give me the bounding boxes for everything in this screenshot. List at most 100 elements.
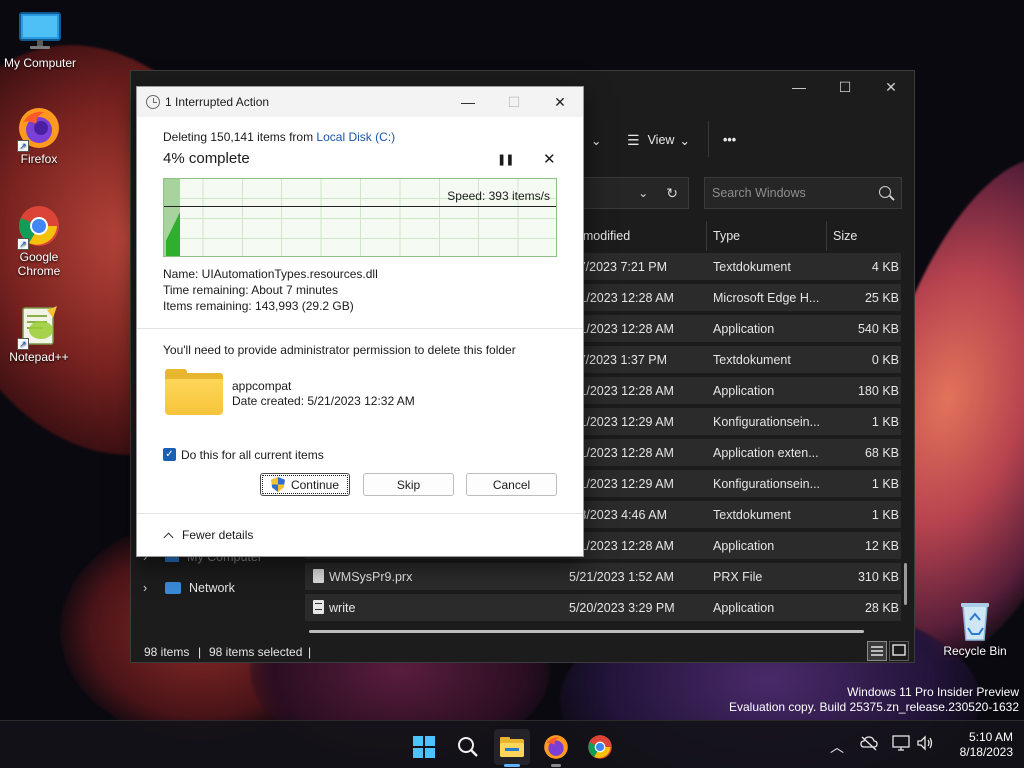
search-input[interactable]: Search Windows <box>704 177 902 209</box>
preview-view-button[interactable] <box>889 641 909 661</box>
desktop-icon-label: Firefox <box>20 152 58 166</box>
search-button[interactable] <box>450 729 486 765</box>
taskbar-chrome[interactable] <box>582 729 618 765</box>
file-icon <box>313 569 324 583</box>
column-divider[interactable] <box>826 221 827 251</box>
cancel-button[interactable]: Cancel <box>466 473 557 496</box>
permission-message: You'll need to provide administrator per… <box>163 343 516 357</box>
folder-icon <box>165 369 223 415</box>
desktop-icon-label: My Computer <box>3 56 77 70</box>
fewer-details-toggle[interactable]: Fewer details <box>163 528 253 542</box>
desktop-icon-label: Notepad++ <box>9 350 69 364</box>
column-header-size[interactable]: Size <box>833 223 857 249</box>
monitor-icon <box>18 10 62 54</box>
clock-date: 8/18/2023 <box>959 745 1013 759</box>
desktop-icon-recycle-bin[interactable]: Recycle Bin <box>935 598 1015 658</box>
deleting-summary: Deleting 150,141 items from Local Disk (… <box>163 130 396 144</box>
desktop-icon-label: Recycle Bin <box>943 644 1007 658</box>
network-icon <box>165 582 181 594</box>
clock-icon <box>146 95 160 109</box>
folder-name: appcompat <box>232 379 292 393</box>
chevron-down-icon[interactable]: ⌄ <box>638 186 648 200</box>
close-button[interactable]: ✕ <box>868 71 914 103</box>
current-file-name: Name: UIAutomationTypes.resources.dll <box>163 267 378 281</box>
shortcut-arrow-icon: ↗ <box>17 338 29 350</box>
apply-all-checkbox[interactable]: ✓ <box>163 448 176 461</box>
desktop-icon-label: Google Chrome <box>17 250 61 278</box>
delete-progress-dialog[interactable]: 1 Interrupted Action — ☐ ✕ Deleting 150,… <box>136 86 584 557</box>
more-icon: ••• <box>723 133 737 147</box>
view-icon: ☰ <box>627 131 640 148</box>
chrome-icon: ↗ <box>17 204 61 250</box>
speed-line <box>164 206 556 207</box>
folder-date: Date created: 5/21/2023 12:32 AM <box>232 394 415 408</box>
horizontal-scrollbar[interactable] <box>309 630 864 633</box>
items-remaining: Items remaining: 143,993 (29.2 GB) <box>163 299 354 313</box>
table-row[interactable]: WMSysPr9.prx 5/21/2023 1:52 AM PRX File … <box>305 563 901 590</box>
status-divider: | <box>198 645 202 659</box>
search-icon <box>879 186 891 198</box>
nav-item-network[interactable]: › Network <box>143 576 235 600</box>
time-remaining: Time remaining: About 7 minutes <box>163 283 338 297</box>
network-icon[interactable] <box>892 734 910 755</box>
status-divider: | <box>308 645 312 659</box>
dialog-titlebar[interactable]: 1 Interrupted Action — ☐ ✕ <box>137 87 583 117</box>
item-count: 98 items <box>144 645 190 659</box>
address-bar[interactable]: ⌄ ↻ <box>581 177 689 209</box>
close-button[interactable]: ✕ <box>537 87 583 117</box>
percent-complete: 4% complete <box>163 150 250 167</box>
minimize-button[interactable]: — <box>445 87 491 117</box>
desktop-icon-chrome[interactable]: ↗ Google Chrome <box>0 204 79 278</box>
firefox-icon: ↗ <box>17 106 61 152</box>
progress-details: Name: UIAutomationTypes.resources.dll Ti… <box>163 266 378 314</box>
uac-shield-icon <box>271 477 285 492</box>
clock-time: 5:10 AM <box>968 730 1013 744</box>
search-icon <box>458 737 478 757</box>
chrome-icon <box>588 735 612 759</box>
column-divider[interactable] <box>706 221 707 251</box>
folder-icon <box>500 737 524 757</box>
table-row[interactable]: write 5/20/2023 3:29 PM Application 28 K… <box>305 594 901 621</box>
apply-all-label[interactable]: Do this for all current items <box>181 448 324 462</box>
speed-label: Speed: 393 items/s <box>447 189 550 203</box>
system-clock[interactable]: 5:10 AM 8/18/2023 <box>943 730 1013 760</box>
volume-icon[interactable] <box>916 734 934 755</box>
start-button[interactable] <box>406 729 442 765</box>
details-view-button[interactable] <box>867 641 887 661</box>
taskbar-file-explorer[interactable] <box>494 729 530 767</box>
maximize-button: ☐ <box>507 93 521 110</box>
minimize-button[interactable]: — <box>776 71 822 103</box>
running-indicator <box>551 764 561 767</box>
pause-button[interactable]: ❚❚ <box>497 153 514 166</box>
notepadpp-icon: ↗ <box>17 304 61 350</box>
location-link[interactable]: Local Disk (C:) <box>316 130 395 144</box>
chevron-right-icon[interactable]: › <box>143 581 153 595</box>
refresh-icon[interactable]: ↻ <box>666 185 678 202</box>
desktop-icon-my-computer[interactable]: My Computer <box>0 10 80 70</box>
taskbar-firefox[interactable] <box>538 729 574 767</box>
divider <box>137 328 583 329</box>
firefox-icon <box>544 735 568 759</box>
onedrive-offline-icon[interactable] <box>860 735 878 754</box>
maximize-button[interactable]: ☐ <box>822 71 868 103</box>
column-header-type[interactable]: Type <box>713 223 740 249</box>
running-indicator <box>504 764 520 767</box>
vertical-scrollbar[interactable] <box>904 563 907 605</box>
view-menu-button[interactable]: ☰ View ⌄ <box>627 126 690 154</box>
view-label: View <box>647 133 675 147</box>
taskbar: ︿ 5:10 AM 8/18/2023 <box>0 720 1024 768</box>
shortcut-arrow-icon: ↗ <box>17 140 29 152</box>
dialog-title: 1 Interrupted Action <box>165 95 270 109</box>
toolbar-dropdown-chevron[interactable]: ⌄ <box>591 126 601 154</box>
selected-count: 98 items selected <box>209 645 303 659</box>
continue-button[interactable]: Continue <box>260 473 350 496</box>
recycle-bin-icon <box>953 598 997 642</box>
stop-button[interactable]: ✕ <box>543 150 556 168</box>
desktop-icon-notepadpp[interactable]: ↗ Notepad++ <box>0 304 79 364</box>
desktop-icon-firefox[interactable]: ↗ Firefox <box>0 106 79 166</box>
skip-button[interactable]: Skip <box>363 473 454 496</box>
application-icon <box>313 600 324 614</box>
show-hidden-icons-button[interactable]: ︿ <box>830 737 844 757</box>
more-options-button[interactable]: ••• <box>723 126 736 154</box>
toolbar-divider <box>708 121 709 157</box>
